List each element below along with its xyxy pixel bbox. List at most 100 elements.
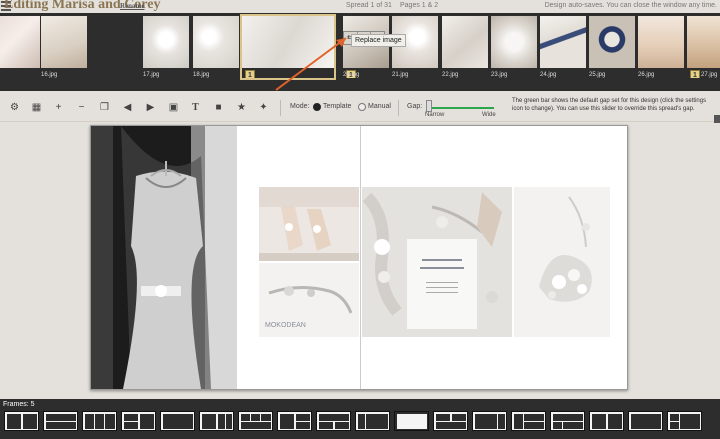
thumbnail-item[interactable]: 17.jpg [143,16,189,78]
layout-frame-option[interactable] [355,411,390,431]
layout-frame-option[interactable] [316,411,351,431]
frame-cell [553,414,583,421]
thumbnail-item[interactable]: 18.jpg [193,16,239,78]
previous-icon[interactable]: ◀ [122,102,133,113]
autosave-note: Design auto-saves. You can close the win… [544,2,717,9]
frame-cell [280,414,294,429]
frame-cell [105,414,115,429]
settings-icon[interactable]: ⚙ [9,102,20,113]
mode-label: Mode: [290,103,310,110]
template-mode-radio[interactable] [313,103,321,111]
image-thumbnail-strip[interactable]: 16.jpg 17.jpg 18.jpg 1 1 20.jpg 21.jpg 2… [0,13,720,91]
thumbnail-label: 26.jpg [638,72,655,78]
spread-counter: Spread 1 of 31 [346,2,392,9]
frame-cell [46,422,76,429]
thumbnail-label: 16.jpg [41,72,58,78]
photo-necklace[interactable]: MOKODEAN [259,263,359,337]
thumbnail-item[interactable]: 22.jpg [442,16,488,78]
thumbnail-label: 27.jpg [701,72,718,78]
frame-cell [563,422,583,429]
photo-invitation[interactable] [362,187,512,337]
manual-mode-label: Manual [368,103,391,110]
frame-cell [524,422,544,429]
frame-cell [358,414,365,429]
image-icon[interactable]: ▣ [168,102,179,113]
thumbnail-item[interactable]: 23.jpg [491,16,537,78]
layout-frame-option[interactable] [121,411,156,431]
frame-cell [452,414,466,421]
frame-cell [553,422,562,429]
frame-cell [366,414,388,429]
frame-cell [319,414,349,421]
page-gutter [360,126,361,389]
star-icon[interactable]: ★ [236,102,247,113]
layout-frame-option[interactable] [277,411,312,431]
photo-dress[interactable] [91,126,237,389]
spread-canvas: MOKODEAN [0,123,720,398]
editor-toolbar: ⚙ ▦ + − ❐ ◀ ▶ ▣ T ■ ★ ✦ Mode: Template M… [0,94,720,122]
layout-frame-option[interactable] [82,411,117,431]
duplicate-icon[interactable]: ❐ [99,102,110,113]
layout-frame-option[interactable] [511,411,546,431]
frame-cell [251,414,260,421]
layout-frame-option[interactable] [238,411,273,431]
gap-label: Gap: [407,103,423,110]
pages-counter: Pages 1 & 2 [400,2,439,9]
thumbnail-item[interactable]: 24.jpg [540,16,586,78]
thumbnail-item[interactable]: 25.jpg [589,16,635,78]
layout-frame-option[interactable] [43,411,78,431]
layout-frame-option[interactable] [550,411,585,431]
thumbnail-item[interactable]: 21.jpg [392,16,438,78]
magic-icon[interactable]: ✦ [258,102,269,113]
layout-frame-option[interactable] [4,411,39,431]
gap-wide-label: Wide [482,112,496,118]
layout-frame-option[interactable] [433,411,468,431]
gap-help-text: The green bar shows the default gap set … [512,98,707,112]
text-icon[interactable]: T [190,102,201,113]
layout-frame-option[interactable] [199,411,234,431]
add-icon[interactable]: + [53,102,64,113]
toolbar-divider [280,100,281,116]
thumbnail-item[interactable]: 26.jpg [638,16,684,78]
gap-slider-handle[interactable] [426,100,432,112]
arrow-annotation [275,37,347,91]
thumbnail-label: 18.jpg [193,72,210,78]
thumbnail-label: 21.jpg [392,72,409,78]
frame-cell [592,414,606,429]
frame-cell [124,422,138,429]
frame-cell [124,414,138,421]
frame-cell [202,414,216,429]
layout-frame-option[interactable] [628,411,663,431]
frame-cell [140,414,154,429]
photo-earring[interactable] [514,187,610,337]
layout-frame-option[interactable] [667,411,702,431]
frame-cell [680,414,700,429]
frame-cell [670,414,679,421]
layout-frame-option[interactable] [472,411,507,431]
frame-cell [241,422,271,429]
frames-strip[interactable]: Frames: 5 [0,399,720,439]
frame-cell [319,422,333,429]
rename-link[interactable]: Rename [120,2,145,10]
frame-cell [498,414,505,429]
photo-shoes[interactable] [259,187,359,261]
remove-icon[interactable]: − [76,102,87,113]
frame-cell [335,422,349,429]
gap-slider-track[interactable] [428,107,494,109]
frame-cell [7,414,21,429]
thumbnail-item[interactable]: 16.jpg [41,16,87,78]
layout-frame-option[interactable] [394,411,429,431]
background-icon[interactable]: ■ [213,102,224,113]
next-icon[interactable]: ▶ [145,102,156,113]
frame-cell [631,414,661,429]
manual-mode-radio[interactable] [358,103,366,111]
thumbnail-item[interactable]: 1 27.jpg [687,16,720,78]
thumbnail-item[interactable] [0,16,40,78]
layout-frame-option[interactable] [160,411,195,431]
layout-grid-icon[interactable]: ▦ [31,102,42,113]
frame-cell [46,414,76,421]
thumbnail-label: 23.jpg [491,72,508,78]
thumbnail-item[interactable] [92,16,140,78]
toolbar-divider [398,100,399,116]
layout-frame-option[interactable] [589,411,624,431]
